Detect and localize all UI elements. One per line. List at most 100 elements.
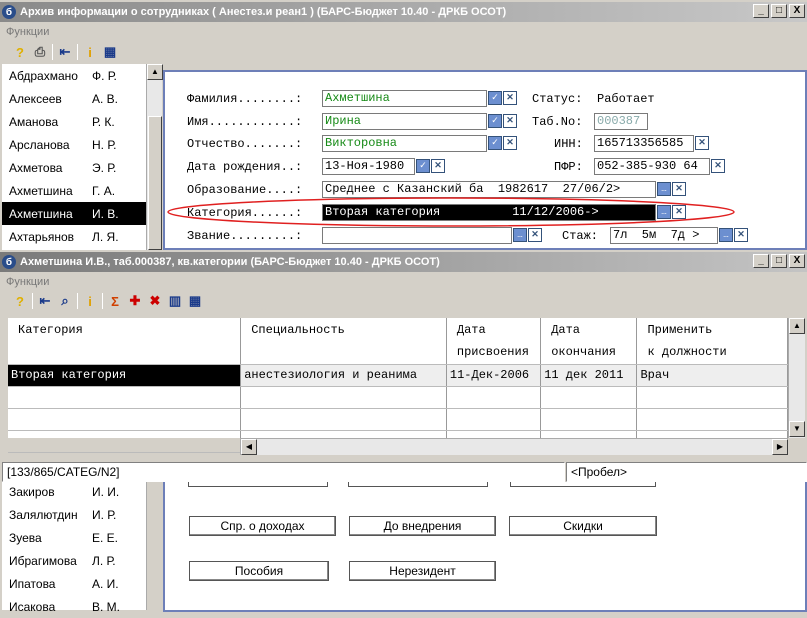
lookup-icon[interactable]: …	[719, 228, 733, 242]
calculator-icon[interactable]: ▦	[102, 44, 118, 60]
employee-row[interactable]: Ибрагимова Л. Р.	[2, 549, 146, 572]
employee-row[interactable]: Ахметшина И. В.	[2, 202, 146, 225]
lookup-icon[interactable]: …	[513, 228, 527, 242]
help-icon[interactable]: ?	[12, 44, 28, 60]
clear-icon[interactable]: ✕	[734, 228, 748, 242]
birthdate-field[interactable]: 13-Ноя-1980	[322, 158, 415, 175]
table-row[interactable]	[8, 408, 788, 431]
window2-menu-functions[interactable]: Функции	[0, 274, 49, 290]
scroll-up-button[interactable]: ▲	[789, 318, 805, 334]
clear-icon[interactable]: ✕	[503, 91, 517, 105]
name-field[interactable]: Ирина	[322, 113, 487, 130]
scroll-up-button[interactable]: ▲	[147, 64, 163, 80]
column-header[interactable]: Категория	[8, 318, 242, 365]
column-header[interactable]: Дата присвоения	[446, 318, 542, 365]
clear-icon[interactable]: ✕	[695, 136, 709, 150]
window1-titlebar[interactable]: б Архив информации о сотрудниках ( Анест…	[0, 2, 807, 22]
clear-icon[interactable]: ✕	[528, 228, 542, 242]
search-icon[interactable]: ⌕	[57, 293, 73, 309]
confirm-icon[interactable]: ✓	[488, 136, 502, 150]
benefits-button[interactable]: Пособия	[189, 561, 329, 581]
column-header[interactable]: Применить к должности	[636, 318, 788, 365]
employee-row[interactable]: Залялютдин И. Р.	[2, 503, 146, 526]
table-row[interactable]	[8, 386, 788, 409]
employee-row[interactable]: Исакова В. М.	[2, 595, 146, 618]
clear-icon[interactable]: ✕	[711, 159, 725, 173]
employee-row[interactable]: Ипатова А. И.	[2, 572, 146, 595]
qualification-table[interactable]: Категория Специальность Дата присвоения Дата…	[8, 318, 788, 453]
table-row[interactable]: Вторая категория анестезиология и реанима…	[8, 364, 788, 387]
minimize-button[interactable]: _	[753, 4, 769, 18]
surname-field[interactable]: Ахметшина	[322, 90, 487, 107]
window1-menu-functions[interactable]: Функции	[0, 24, 49, 40]
table-cell[interactable]	[636, 386, 788, 409]
table-cell[interactable]: 11 дек 2011	[540, 364, 638, 387]
pfr-field[interactable]: 052-385-930 64	[594, 158, 710, 175]
scroll-right-button[interactable]: ▶	[772, 439, 788, 455]
inn-field[interactable]: 165713356585	[594, 135, 694, 152]
employee-list-scrollbar[interactable]: ▲	[146, 64, 163, 250]
before-implementation-button[interactable]: До внедрения	[349, 516, 496, 536]
table-cell[interactable]	[8, 430, 242, 453]
employee-row[interactable]: Закиров И. И.	[2, 480, 146, 503]
confirm-icon[interactable]: ✓	[488, 114, 502, 128]
scroll-thumb[interactable]	[148, 116, 162, 250]
employee-row[interactable]: Аманова Р. К.	[2, 110, 146, 133]
discounts-button[interactable]: Скидки	[509, 516, 657, 536]
employee-row[interactable]: Алексеев А. В.	[2, 87, 146, 110]
table-cell[interactable]	[446, 386, 542, 409]
table-cell[interactable]: анестезиология и реанима	[240, 364, 447, 387]
employee-row[interactable]: Ахметшина Г. А.	[2, 179, 146, 202]
window2-titlebar[interactable]: б Ахметшина И.В., таб.000387, кв.категор…	[0, 252, 807, 272]
delete-icon[interactable]: ✖	[147, 293, 163, 309]
clear-icon[interactable]: ✕	[503, 114, 517, 128]
clear-icon[interactable]: ✕	[431, 159, 445, 173]
table-cell[interactable]	[540, 408, 638, 431]
employee-row[interactable]: Ахтарьянов Л. Я.	[2, 225, 146, 248]
confirm-icon[interactable]: ✓	[488, 91, 502, 105]
info-icon[interactable]: i	[82, 293, 98, 309]
add-icon[interactable]: ✚	[127, 293, 143, 309]
employee-list-lower-scrollbar[interactable]	[146, 482, 162, 610]
nonresident-button[interactable]: Нерезидент	[349, 561, 496, 581]
table-cell[interactable]	[240, 408, 447, 431]
employee-list[interactable]: Абдрахмано Ф. Р. Алексеев А. В. Аманова Р. К.…	[2, 64, 146, 250]
patronymic-field[interactable]: Викторовна	[322, 135, 487, 152]
scroll-down-button[interactable]: ▼	[789, 421, 805, 437]
stazh-field[interactable]: 7л 5м 7д >	[610, 227, 718, 244]
employee-row[interactable]: Абдрахмано Ф. Р.	[2, 64, 146, 87]
maximize-button[interactable]: □	[771, 4, 787, 18]
employee-row[interactable]: Зуева Е. Е.	[2, 526, 146, 549]
table-icon[interactable]: ▥	[167, 293, 183, 309]
close-button[interactable]: X	[789, 254, 805, 268]
maximize-button[interactable]: □	[771, 254, 787, 268]
employee-row[interactable]: Арсланова Н. Р.	[2, 133, 146, 156]
table-cell[interactable]	[446, 408, 542, 431]
table-cell[interactable]: Врач	[636, 364, 788, 387]
navigate-icon[interactable]: ⇤	[37, 293, 53, 309]
column-header[interactable]: Специальность	[240, 318, 447, 365]
navigate-icon[interactable]: ⇤	[57, 44, 73, 60]
scroll-left-button[interactable]: ◀	[241, 439, 257, 455]
minimize-button[interactable]: _	[753, 254, 769, 268]
lookup-icon[interactable]: …	[657, 182, 671, 196]
table-cell[interactable]	[540, 386, 638, 409]
help-icon[interactable]: ?	[12, 293, 28, 309]
table-cell[interactable]	[8, 386, 242, 409]
employee-list-lower[interactable]: Закиров И. И. Залялютдин И. Р. Зуева Е. Е. Ибр…	[2, 480, 146, 614]
column-header[interactable]: Дата окончания	[540, 318, 638, 365]
table-cell[interactable]	[636, 408, 788, 431]
table-vscrollbar[interactable]: ▲ ▼	[788, 318, 805, 438]
table-hscrollbar[interactable]: ◀ ▶	[240, 438, 788, 455]
rank-field[interactable]: >	[322, 227, 512, 244]
table-cell[interactable]	[240, 386, 447, 409]
clear-icon[interactable]: ✕	[672, 182, 686, 196]
employee-row[interactable]: Ахметова Э. Р.	[2, 156, 146, 179]
confirm-icon[interactable]: ✓	[416, 159, 430, 173]
table-cell[interactable]: Вторая категория	[8, 364, 242, 387]
close-button[interactable]: X	[789, 4, 805, 18]
table-cell[interactable]: 11-Дек-2006	[446, 364, 542, 387]
print-icon[interactable]: ⎙	[32, 44, 48, 60]
table-cell[interactable]	[8, 408, 242, 431]
clear-icon[interactable]: ✕	[503, 136, 517, 150]
